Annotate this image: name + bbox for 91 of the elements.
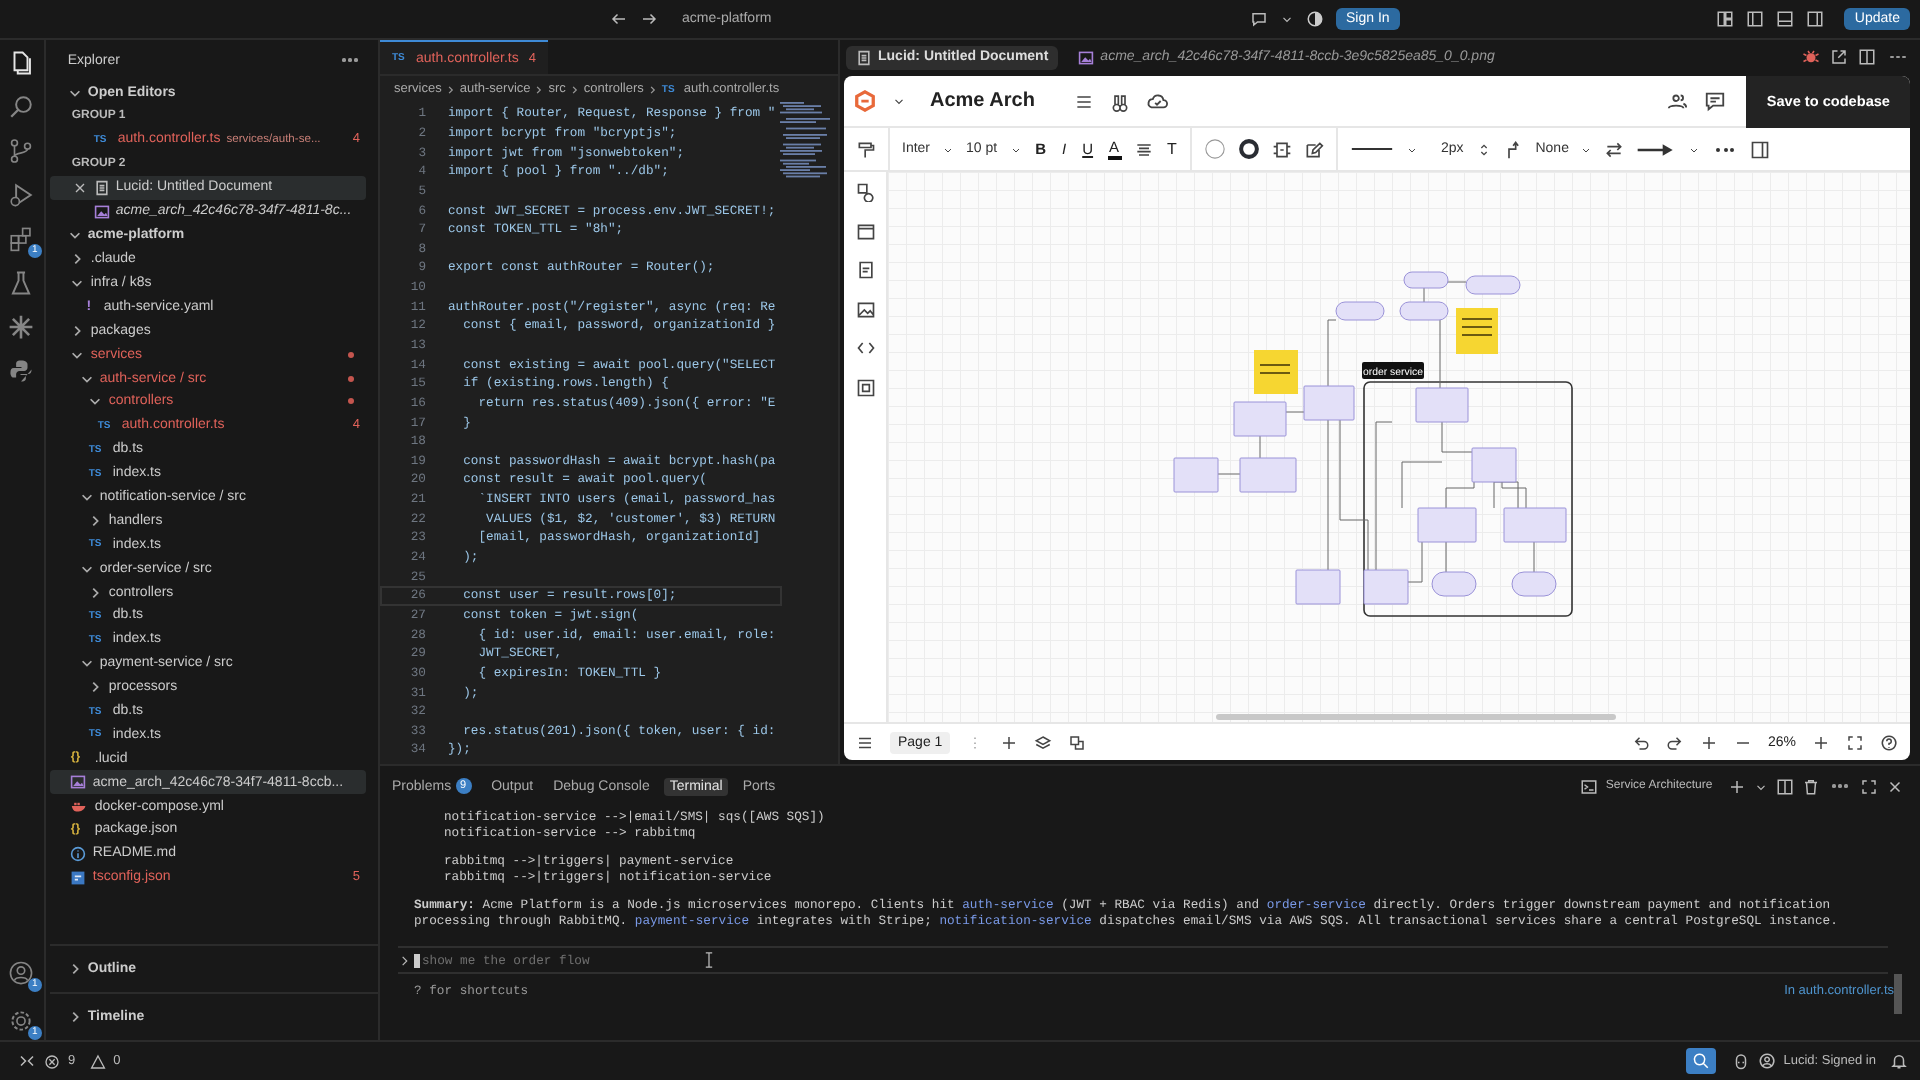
list-icon[interactable] xyxy=(856,733,874,751)
files-icon xyxy=(8,49,35,75)
edit-icon[interactable] xyxy=(1304,139,1325,159)
account-icon xyxy=(8,959,35,985)
layers-icon[interactable] xyxy=(1034,733,1053,751)
warning-icon[interactable] xyxy=(89,1053,106,1069)
caret-icon[interactable] xyxy=(892,94,906,108)
search-icon xyxy=(8,93,35,119)
redo-icon[interactable] xyxy=(1665,733,1684,751)
split-icon[interactable] xyxy=(1776,777,1795,795)
plus-icon[interactable] xyxy=(1000,733,1019,751)
image-icon xyxy=(1078,49,1095,65)
forward-arrow-icon[interactable] xyxy=(640,10,658,28)
half-circle-icon[interactable] xyxy=(1306,10,1324,28)
bug-icon[interactable] xyxy=(1802,48,1821,66)
snake-icon xyxy=(8,357,35,383)
image-icon xyxy=(93,203,110,220)
back-arrow-icon[interactable] xyxy=(610,10,628,28)
panel-icon[interactable] xyxy=(1750,139,1771,159)
spark-icon xyxy=(8,313,35,339)
swap-icon[interactable] xyxy=(1604,139,1625,159)
text-style-button[interactable]: T xyxy=(1165,140,1179,158)
fullscreen-icon[interactable] xyxy=(1846,733,1864,751)
ring-icon[interactable] xyxy=(1238,138,1261,160)
split-editor-icon[interactable] xyxy=(1858,48,1877,66)
chat-icon[interactable] xyxy=(1250,10,1268,28)
info-icon xyxy=(70,845,87,862)
zoom-in-icon[interactable] xyxy=(1812,733,1830,751)
chevron-icon xyxy=(67,1010,82,1024)
settings-icon xyxy=(8,1007,35,1033)
document-icon xyxy=(856,49,872,65)
open-external-icon[interactable] xyxy=(1830,48,1849,66)
undo-icon[interactable] xyxy=(1631,733,1650,751)
more-icon[interactable] xyxy=(1712,143,1739,155)
caret-icon[interactable] xyxy=(1280,12,1294,26)
zoom-in-icon[interactable] xyxy=(1699,733,1718,751)
trash-icon[interactable] xyxy=(1802,777,1821,795)
config-icon xyxy=(70,869,87,886)
image-icon xyxy=(70,774,87,791)
scrollbar[interactable] xyxy=(1894,974,1902,1014)
bell-icon[interactable] xyxy=(1890,1052,1908,1070)
sidebar-right-icon[interactable] xyxy=(1806,10,1825,28)
sticky-note-icon[interactable] xyxy=(855,260,875,280)
play-icon xyxy=(8,181,35,207)
account-icon[interactable] xyxy=(1757,1052,1776,1070)
arrow-icon[interactable] xyxy=(1636,139,1677,159)
connector-icon[interactable] xyxy=(1503,139,1524,159)
shapes-icon[interactable] xyxy=(855,182,875,202)
align-icon[interactable] xyxy=(1133,139,1154,159)
stepper-icon[interactable] xyxy=(1475,141,1492,157)
logo-icon[interactable] xyxy=(854,90,876,112)
error-icon[interactable] xyxy=(44,1053,60,1069)
plus-icon[interactable] xyxy=(1728,777,1747,795)
image-icon[interactable] xyxy=(855,299,875,319)
chevron-icon xyxy=(534,83,545,95)
chevron-icon xyxy=(67,962,82,976)
zoom-button[interactable] xyxy=(1685,1048,1716,1074)
branch-icon xyxy=(8,137,35,163)
fill-circle-icon[interactable] xyxy=(1204,138,1227,160)
close-icon[interactable] xyxy=(1886,777,1904,795)
document-icon xyxy=(93,179,110,196)
binoculars-icon[interactable] xyxy=(1110,91,1131,111)
minimap-drawing[interactable] xyxy=(780,102,830,182)
more-icon[interactable] xyxy=(1828,780,1852,792)
maximize-icon[interactable] xyxy=(1860,777,1878,795)
panel-bottom-icon[interactable] xyxy=(1776,10,1795,28)
terminal-icon[interactable] xyxy=(1579,777,1598,795)
document-title[interactable]: Acme Arch xyxy=(930,90,1035,112)
cloud-check-icon[interactable] xyxy=(1146,90,1169,112)
chevron-icon xyxy=(445,83,456,95)
close-icon[interactable] xyxy=(71,179,88,196)
transform-icon[interactable] xyxy=(1068,733,1087,751)
people-icon[interactable] xyxy=(1666,90,1689,112)
chevron-icon xyxy=(569,83,580,95)
layout-icon[interactable] xyxy=(1716,10,1735,28)
code-icon[interactable] xyxy=(855,338,875,358)
menu-icon[interactable] xyxy=(1074,91,1095,111)
remote-icon[interactable] xyxy=(18,1052,36,1070)
more-icon[interactable] xyxy=(338,54,362,66)
sidebar-left-icon[interactable] xyxy=(1746,10,1765,28)
frame-icon[interactable] xyxy=(1272,139,1293,159)
chevron-icon[interactable] xyxy=(398,953,412,967)
paint-roller-icon[interactable] xyxy=(856,139,876,159)
flask-icon xyxy=(8,269,35,295)
help-icon[interactable] xyxy=(1880,733,1898,751)
text-cursor-icon xyxy=(704,952,714,968)
comment-icon[interactable] xyxy=(1704,90,1727,112)
blocks-icon xyxy=(8,225,35,251)
magnifier-icon[interactable] xyxy=(1691,1052,1710,1070)
container-icon[interactable] xyxy=(855,221,875,241)
chevron-icon xyxy=(647,83,658,95)
